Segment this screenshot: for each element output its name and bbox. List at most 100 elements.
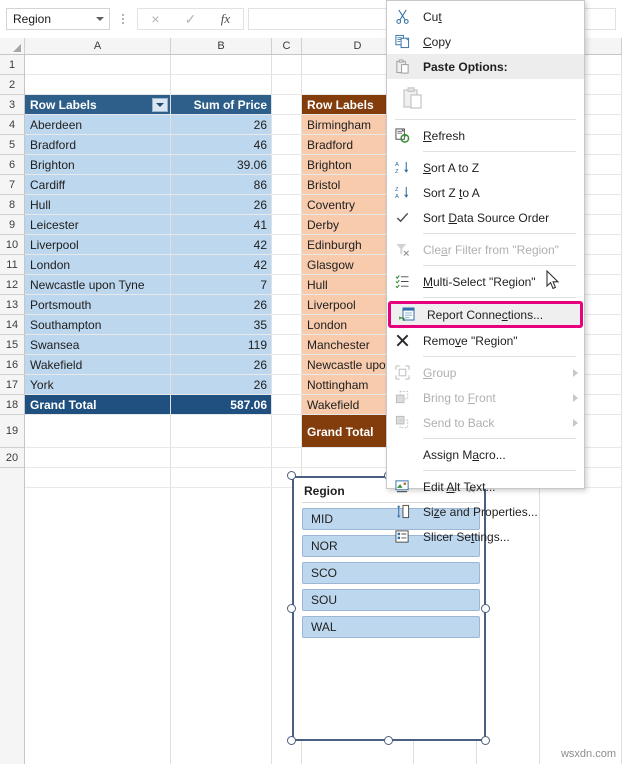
menu-item-refresh[interactable]: Refresh (387, 123, 584, 148)
row-header-19[interactable]: 19 (0, 415, 24, 448)
row-header-7[interactable]: 7 (0, 175, 24, 195)
select-all-corner[interactable] (0, 38, 25, 54)
pivot-row[interactable]: Portsmouth 26 (25, 295, 272, 315)
menu-item-size-and-properties[interactable]: Size and Properties... (387, 499, 584, 524)
pivot-cell-value: 39.06 (171, 155, 272, 175)
pivot-cell-label: Bradford (25, 135, 171, 155)
pivot-row[interactable]: Bradford 46 (25, 135, 272, 155)
pivot-cell-label: Portsmouth (25, 295, 171, 315)
menu-item-label: Slicer Settings... (423, 529, 510, 544)
row-header-4[interactable]: 4 (0, 115, 24, 135)
pivot-cell-label: Aberdeen (25, 115, 171, 135)
pivot-row[interactable]: Southampton 35 (25, 315, 272, 335)
row-header-14[interactable]: 14 (0, 315, 24, 335)
copy-icon (387, 29, 418, 54)
chevron-right-icon (566, 410, 584, 435)
row-header-13[interactable]: 13 (0, 295, 24, 315)
row-header-2[interactable]: 2 (0, 75, 24, 95)
slicer-item[interactable]: SCO (302, 562, 480, 584)
pivot-row[interactable]: Swansea 119 (25, 335, 272, 355)
watermark: wsxdn.com (560, 748, 616, 760)
menu-item-label: Remove "Region" (423, 333, 518, 348)
handle-top-left[interactable] (287, 471, 296, 480)
handle-bottom-right[interactable] (481, 736, 490, 745)
pivot-row[interactable]: Brighton 39.06 (25, 155, 272, 175)
slicer-title: Region (304, 484, 345, 498)
menu-item-label: Report Connections... (427, 307, 544, 322)
menu-item-assign-macro[interactable]: Assign Macro... (387, 442, 584, 467)
menu-item-report-connections[interactable]: Report Connections... (388, 301, 583, 328)
row-header-6[interactable]: 6 (0, 155, 24, 175)
column-header-a[interactable]: A (25, 38, 171, 54)
check-icon (387, 205, 418, 230)
pivot-row[interactable]: Liverpool 42 (25, 235, 272, 255)
menu-item-remove-region[interactable]: Remove "Region" (387, 328, 584, 353)
row-header-1[interactable]: 1 (0, 55, 24, 75)
row-header-8[interactable]: 8 (0, 195, 24, 215)
chevron-right-icon (566, 385, 584, 410)
pivot-row[interactable]: Row Labels Sum of Price (25, 95, 272, 115)
pivot-row[interactable]: Newcastle upon Tyne 7 (25, 275, 272, 295)
name-box-dropdown-icon[interactable] (91, 9, 109, 29)
menu-item-label: Copy (423, 34, 452, 49)
column-header-c[interactable]: C (272, 38, 302, 54)
menu-item-sort-z-to-a[interactable]: Z A Sort Z to A (387, 180, 584, 205)
row-header-16[interactable]: 16 (0, 355, 24, 375)
menu-separator (423, 438, 576, 439)
row-header-18[interactable]: 18 (0, 395, 24, 415)
pivot-cell-value: 42 (171, 255, 272, 275)
pivot-row[interactable]: York 26 (25, 375, 272, 395)
menu-item-paste-options[interactable]: Paste Options: (387, 54, 584, 79)
row-header-3[interactable]: 3 (0, 95, 24, 115)
menu-item-sort-a-to-z[interactable]: A Z Sort A to Z (387, 155, 584, 180)
cancel-icon[interactable]: × (138, 9, 173, 29)
pivot-cell-label: Wakefield (25, 355, 171, 375)
name-box[interactable]: Region (6, 8, 110, 30)
menu-item-label: Sort Data Source Order (423, 210, 550, 225)
pivot-row[interactable]: Wakefield 26 (25, 355, 272, 375)
pivot-cell-label: Liverpool (25, 235, 171, 255)
pivot-row[interactable]: London 42 (25, 255, 272, 275)
slicer-item[interactable]: WAL (302, 616, 480, 638)
chevron-right-icon (566, 360, 584, 385)
menu-item-label: Clear Filter from "Region" (423, 242, 559, 257)
fx-icon[interactable]: fx (208, 9, 243, 29)
pivot-row[interactable]: Leicester 41 (25, 215, 272, 235)
svg-text:Z: Z (395, 169, 399, 175)
row-header-11[interactable]: 11 (0, 255, 24, 275)
pivot-grand-total-label: Grand Total (25, 395, 171, 415)
slicer-item[interactable]: SOU (302, 589, 480, 611)
row-header-9[interactable]: 9 (0, 215, 24, 235)
pivot-row[interactable]: Cardiff 86 (25, 175, 272, 195)
bring-front-icon (387, 385, 418, 410)
filter-dropdown-icon[interactable] (152, 98, 168, 112)
pivot-cell-label: Brighton (25, 155, 171, 175)
check-icon[interactable]: ✓ (173, 9, 208, 29)
menu-item-edit-alt-text[interactable]: Edit Alt Text... (387, 474, 584, 499)
pivot-row[interactable]: Aberdeen 26 (25, 115, 272, 135)
pivot-cell-value: 42 (171, 235, 272, 255)
menu-item-multi-select-region[interactable]: Multi-Select "Region" (387, 269, 584, 294)
slicer-context-menu[interactable]: Cut Copy Paste Options: Refresh A Z Sort A to … (386, 0, 585, 544)
menu-item-copy[interactable]: Copy (387, 29, 584, 54)
column-header-b[interactable]: B (171, 38, 272, 54)
row-header-17[interactable]: 17 (0, 375, 24, 395)
pivot-cell-value: 119 (171, 335, 272, 355)
pivot-grand-total-value: 587.06 (171, 395, 272, 415)
handle-bottom-left[interactable] (287, 736, 296, 745)
row-header-20[interactable]: 20 (0, 448, 24, 468)
row-header-15[interactable]: 15 (0, 335, 24, 355)
handle-middle-left[interactable] (287, 603, 296, 613)
pivot-row[interactable]: Grand Total 587.06 (25, 395, 272, 415)
menu-item-label: Paste Options: (423, 59, 508, 74)
handle-middle-right[interactable] (481, 603, 490, 613)
menu-separator (423, 297, 576, 298)
menu-item-sort-data-source-order[interactable]: Sort Data Source Order (387, 205, 584, 230)
menu-item-slicer-settings[interactable]: Slicer Settings... (387, 524, 584, 549)
menu-item-cut[interactable]: Cut (387, 4, 584, 29)
row-header-10[interactable]: 10 (0, 235, 24, 255)
row-header-12[interactable]: 12 (0, 275, 24, 295)
handle-bottom-center[interactable] (384, 736, 393, 745)
row-header-5[interactable]: 5 (0, 135, 24, 155)
pivot-row[interactable]: Hull 26 (25, 195, 272, 215)
